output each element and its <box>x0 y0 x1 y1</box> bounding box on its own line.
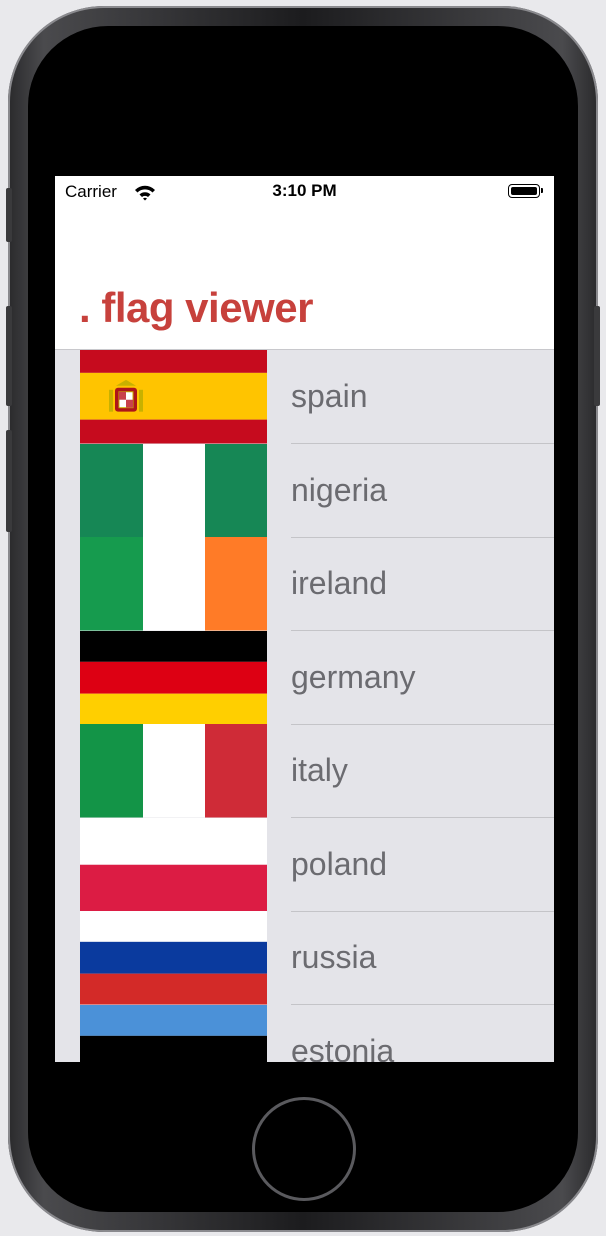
estonia-flag <box>80 1004 267 1062</box>
country-name: russia <box>291 939 377 975</box>
flag-list[interactable]: spain nigeria ireland germany italy pola… <box>55 350 554 1062</box>
country-name: spain <box>291 378 368 414</box>
country-name: germany <box>291 658 416 695</box>
country-name: italy <box>291 752 348 788</box>
home-button[interactable] <box>252 1097 356 1201</box>
list-item-spain[interactable]: spain <box>55 350 554 444</box>
volume-down-button <box>6 430 12 532</box>
list-item-nigeria[interactable]: nigeria <box>55 443 554 538</box>
poland-flag <box>80 817 267 911</box>
mute-switch <box>6 188 12 242</box>
country-name: estonia <box>291 1032 395 1063</box>
battery-icon <box>508 184 543 198</box>
ireland-flag <box>80 537 267 631</box>
list-item-russia[interactable]: russia <box>55 911 554 1005</box>
list-item-estonia[interactable]: estonia <box>55 1004 554 1063</box>
power-button <box>594 306 600 406</box>
germany-flag <box>80 630 267 724</box>
country-name: poland <box>291 845 388 882</box>
italy-flag <box>80 724 267 818</box>
volume-up-button <box>6 306 12 406</box>
screen: Carrier 3:10 PM . flag viewer spain nige… <box>55 176 554 1062</box>
status-bar: Carrier 3:10 PM <box>55 176 554 208</box>
status-time: 3:10 PM <box>272 181 337 200</box>
list-item-italy[interactable]: italy <box>55 724 554 818</box>
country-name: nigeria <box>291 471 388 508</box>
page-title: . flag viewer <box>79 284 313 331</box>
list-item-ireland[interactable]: ireland <box>55 537 554 631</box>
spain-flag <box>80 350 267 444</box>
russia-flag <box>80 911 267 1005</box>
country-name: ireland <box>291 565 388 601</box>
list-item-germany[interactable]: germany <box>55 630 554 725</box>
navigation-header: . flag viewer <box>55 208 554 350</box>
nigeria-flag <box>80 443 267 537</box>
list-item-poland[interactable]: poland <box>55 817 554 912</box>
